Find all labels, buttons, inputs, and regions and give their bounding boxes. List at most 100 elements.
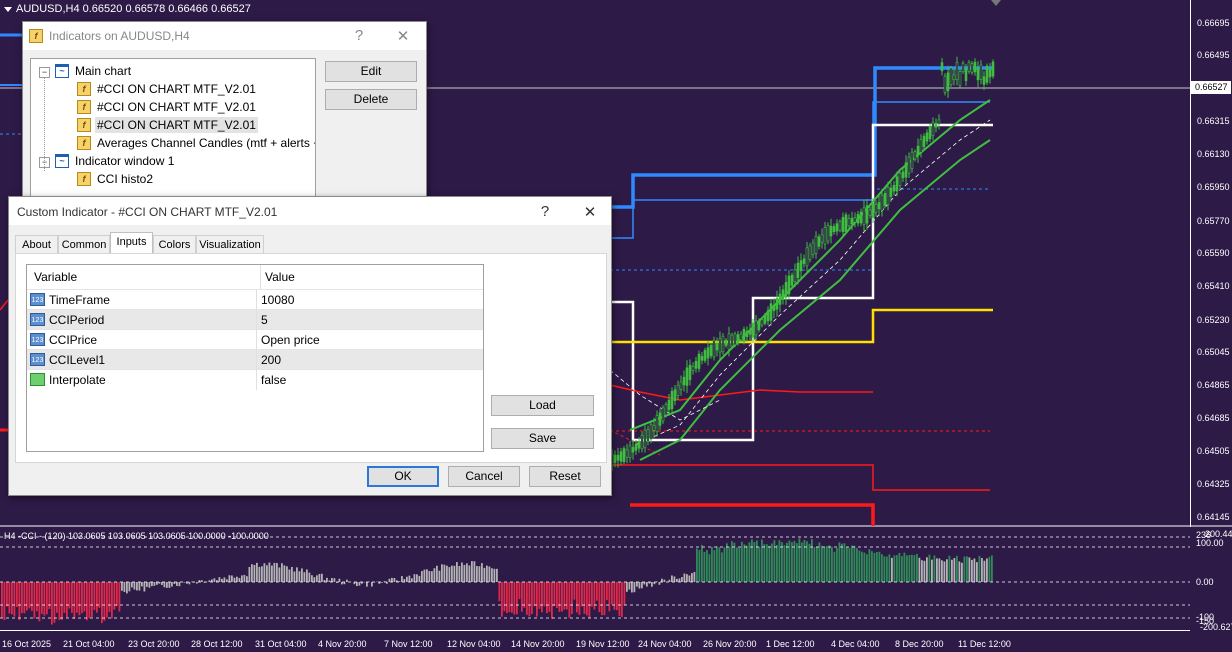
candle-body (743, 329, 745, 342)
cci-histogram-bar (424, 570, 426, 582)
close-button[interactable]: ✕ (393, 27, 413, 45)
tree-indicator-node[interactable]: Averages Channel Candles (mtf + alerts +… (97, 135, 316, 151)
candle-body (794, 269, 796, 281)
variable-value[interactable]: 10080 (256, 290, 481, 310)
help-button[interactable]: ? (349, 27, 369, 44)
candle-body (671, 391, 673, 408)
tree-indicator-node[interactable]: #CCI ON CHART MTF_V2.01 (97, 81, 256, 97)
indicator-function-icon: f (77, 118, 91, 132)
input-row[interactable]: 123CCIPeriod5 (27, 309, 483, 330)
variable-name: Interpolate (49, 370, 106, 390)
cci-histogram-bar (401, 576, 403, 582)
input-row[interactable]: 123CCIPriceOpen price (27, 329, 483, 350)
cci-histogram-bar (714, 550, 716, 582)
cci-histogram-bar (896, 555, 898, 582)
cci-histogram-bar (284, 565, 286, 582)
candle-body (668, 400, 670, 410)
tree-indicator-node[interactable]: #CCI ON CHART MTF_V2.01 (95, 117, 258, 133)
price-tick-label: 0.66315 (1197, 116, 1230, 126)
custom-dialog-titlebar[interactable]: Custom Indicator - #CCI ON CHART MTF_V2.… (9, 197, 611, 225)
cci-histogram-bar (481, 563, 483, 582)
cci-histogram-bar (429, 571, 431, 582)
tab-visualization[interactable]: Visualization (196, 235, 264, 253)
candle-body (845, 215, 847, 232)
candle-body (902, 172, 904, 178)
edit-button[interactable]: Edit (325, 61, 417, 82)
cci-histogram-bar (736, 547, 738, 582)
candle-body (890, 188, 892, 197)
cci-histogram-bar (639, 582, 641, 589)
cci-histogram-bar (636, 582, 638, 587)
price-axis[interactable]: 0.666950.664950.663150.661300.659500.657… (1190, 0, 1232, 527)
cci-histogram-bar (51, 582, 53, 625)
tab-colors[interactable]: Colors (153, 235, 196, 253)
candle-body (893, 185, 895, 191)
cci-histogram-bar (946, 559, 948, 582)
cci-histogram-bar (811, 539, 813, 582)
candle-body (911, 152, 913, 168)
input-row[interactable]: 123CCILevel1200 (27, 349, 483, 370)
cci-histogram-bar (986, 558, 988, 582)
cci-histogram-bar (626, 582, 628, 592)
candle-body (860, 212, 862, 223)
cci-histogram-bar (869, 549, 871, 582)
column-header-variable[interactable]: Variable (34, 265, 77, 289)
cci-histogram-bar (616, 582, 618, 610)
tree-window-node[interactable]: Main chart (75, 63, 131, 79)
cci-histogram-bar (176, 582, 178, 586)
tab-common[interactable]: Common (58, 235, 110, 253)
variable-value[interactable]: Open price (256, 330, 481, 350)
candle-body (620, 452, 622, 462)
cci-histogram-bar (646, 582, 648, 587)
indicators-tree[interactable]: −~Main chartf#CCI ON CHART MTF_V2.01f#CC… (30, 58, 316, 200)
cci-histogram-bar (821, 546, 823, 582)
price-tick-label: 0.64325 (1197, 479, 1230, 489)
cci-histogram-bar (901, 556, 903, 582)
delete-button[interactable]: Delete (325, 89, 417, 110)
cci-histogram-bar (126, 582, 128, 593)
candle-body (689, 365, 691, 379)
cci-histogram-bar (916, 554, 918, 582)
cancel-button[interactable]: Cancel (448, 466, 520, 487)
variable-value[interactable]: 5 (256, 310, 481, 330)
candle-body (674, 390, 676, 401)
save-button[interactable]: Save (491, 428, 594, 449)
cci-histogram-bar (629, 582, 631, 590)
inputs-grid[interactable]: Variable Value 123TimeFrame10080123CCIPe… (26, 264, 484, 452)
indicators-dialog-titlebar[interactable]: f Indicators on AUDUSD,H4 ? ✕ (23, 22, 426, 50)
load-button[interactable]: Load (491, 395, 594, 416)
candle-body (827, 225, 829, 241)
cci-histogram-bar (554, 582, 556, 606)
time-tick-label: 7 Nov 12:00 (384, 639, 433, 649)
tab-inputs[interactable]: Inputs (110, 232, 153, 254)
close-button[interactable]: ✕ (580, 203, 600, 221)
help-button[interactable]: ? (535, 203, 555, 220)
input-row[interactable]: Interpolate false (27, 369, 483, 390)
candle-body (635, 445, 637, 451)
tab-about[interactable]: About (15, 235, 58, 253)
chart-menu-icon[interactable] (4, 7, 12, 12)
chart-window-icon: ~ (55, 64, 69, 78)
cci-histogram-bar (331, 578, 333, 582)
column-header-value[interactable]: Value (260, 265, 295, 289)
cci-histogram-bar (441, 564, 443, 582)
cci-histogram-bar (254, 565, 256, 582)
price-tick-label: 0.64865 (1197, 380, 1230, 390)
cci-histogram-bar (716, 546, 718, 582)
cci-histogram-bar (411, 578, 413, 582)
ok-button[interactable]: OK (367, 466, 439, 487)
reset-button[interactable]: Reset (529, 466, 601, 487)
variable-value[interactable]: false (256, 370, 481, 390)
tree-indicator-node[interactable]: CCI histo2 (97, 171, 153, 187)
candle-body (887, 187, 889, 204)
variable-value[interactable]: 200 (256, 350, 481, 370)
cci-histogram-bar (931, 560, 933, 582)
cci-histogram-bar (706, 550, 708, 582)
cci-histogram-bar (439, 571, 441, 582)
time-axis[interactable]: 16 Oct 202521 Oct 04:0023 Oct 20:0028 Oc… (0, 630, 1190, 652)
cci-histogram-bar (824, 547, 826, 582)
tree-indicator-node[interactable]: #CCI ON CHART MTF_V2.01 (97, 99, 256, 115)
cci-histogram-bar (979, 556, 981, 582)
tree-window-node[interactable]: Indicator window 1 (75, 153, 174, 169)
input-row[interactable]: 123TimeFrame10080 (27, 289, 483, 310)
